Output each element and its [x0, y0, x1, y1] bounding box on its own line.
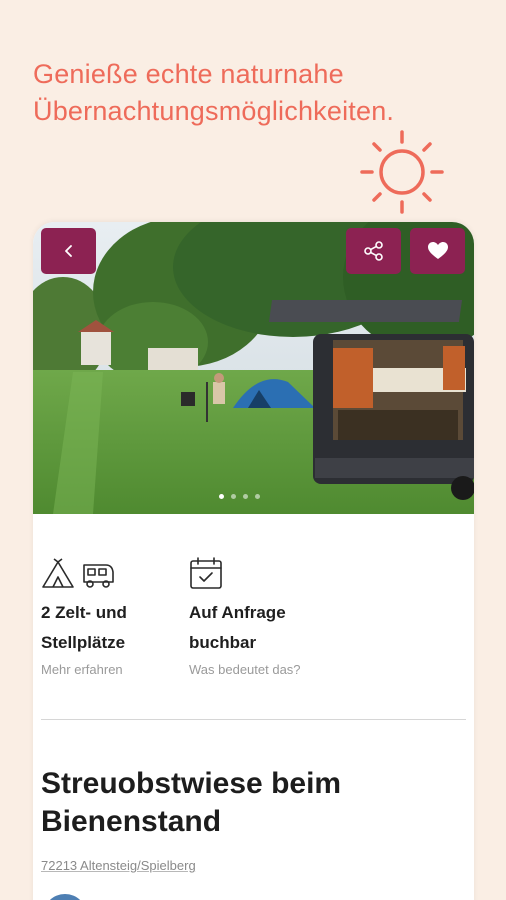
headline-line-2: Übernachtungsmöglichkeiten.	[33, 96, 395, 126]
share-icon	[363, 241, 383, 261]
explanation-link[interactable]: Was bedeutet das?	[189, 662, 339, 677]
pagination-dot[interactable]	[231, 494, 236, 499]
host-avatar[interactable]	[43, 894, 87, 900]
feature-icons	[41, 554, 191, 590]
feature-booking: Auf Anfrage buchbar Was bedeutet das?	[189, 554, 339, 677]
headline-line-1: Genieße echte naturnahe	[33, 59, 344, 89]
share-button[interactable]	[346, 228, 401, 274]
gallery-pagination	[219, 494, 260, 499]
promo-headline: Genieße echte naturnahe Übernachtungsmög…	[33, 56, 483, 130]
listing-title: Streuobstwiese beim Bienenstand	[41, 767, 342, 838]
divider	[41, 719, 466, 720]
feature-title: 2 Zelt- und Stellplätze	[41, 603, 127, 652]
heart-icon	[427, 242, 448, 259]
favorite-button[interactable]	[410, 228, 465, 274]
calendar-check-icon	[190, 557, 222, 589]
pagination-dot[interactable]	[243, 494, 248, 499]
feature-pitches: 2 Zelt- und Stellplätze Mehr erfahren	[41, 554, 191, 677]
feature-icons	[189, 554, 339, 590]
listing-photo[interactable]	[33, 222, 474, 514]
feature-title: Auf Anfrage buchbar	[189, 603, 286, 652]
pagination-dot[interactable]	[255, 494, 260, 499]
more-info-link[interactable]: Mehr erfahren	[41, 662, 191, 677]
pagination-dot-active[interactable]	[219, 494, 224, 499]
chevron-left-icon	[64, 245, 72, 257]
sun-icon	[358, 128, 446, 216]
camper-van-icon	[83, 564, 114, 588]
listing-address-link[interactable]: 72213 Altensteig/Spielberg	[41, 858, 196, 873]
back-button[interactable]	[41, 228, 96, 274]
listing-screen: 2 Zelt- und Stellplätze Mehr erfahren Au…	[33, 222, 474, 900]
tent-icon	[42, 558, 74, 588]
